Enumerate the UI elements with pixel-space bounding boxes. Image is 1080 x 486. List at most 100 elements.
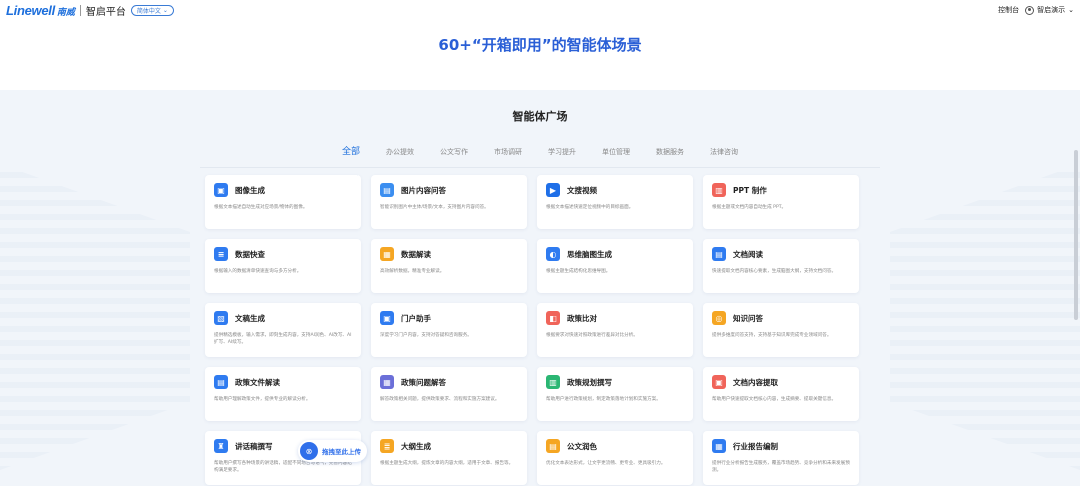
- agent-card[interactable]: ▤ 图片内容问答智能识别图片中主体/场景/文本，支持图片内容问答。: [371, 175, 527, 229]
- agent-card-description: 智能识别图片中主体/场景/文本，支持图片内容问答。: [380, 205, 489, 210]
- agent-card-header: ▤ 图片内容问答: [380, 183, 518, 197]
- tab-item[interactable]: 市场调研: [481, 146, 535, 167]
- agent-card-title: 大纲生成: [401, 441, 431, 451]
- background-decoration-right: [890, 164, 1080, 470]
- speech-icon: ♜: [214, 439, 228, 453]
- data-read-icon: ▦: [380, 247, 394, 261]
- policy-qa-icon: ▦: [380, 375, 394, 389]
- tab-item[interactable]: 单位管理: [589, 146, 643, 167]
- agent-card-title: 文档内容提取: [733, 377, 778, 387]
- language-select[interactable]: 简体中文 ⌄: [130, 4, 174, 16]
- agent-card-title: 文搜视频: [567, 185, 597, 195]
- agent-card-description: 解答政策相关问题，提供政策要求、流程和实施方案建议。: [380, 397, 500, 402]
- agent-card[interactable]: ◎ 知识问答提供多维度问答支持，支持基于知识库完成专业领域问答。: [703, 303, 859, 357]
- logo-text-cn: 南威: [56, 6, 75, 17]
- agent-card-header: ▤ 文档阅读: [712, 247, 850, 261]
- agent-card-title: 图片内容问答: [401, 185, 446, 195]
- language-label: 简体中文: [136, 7, 161, 15]
- agent-card[interactable]: ◐ 思维脑图生成 根据主题生成结构化思维导图。: [537, 239, 693, 293]
- agent-card-header: ▦ 数据解读: [380, 247, 518, 261]
- agent-card-header: ▦ 行业报告编制: [712, 439, 850, 453]
- divider: [79, 4, 81, 16]
- outline-icon: ≣: [380, 439, 394, 453]
- agent-card[interactable]: ≡ 数据快查根据输入的数据清单快速查询与多方分析。: [205, 239, 361, 293]
- agent-card-description: 提供多维度问答支持，支持基于知识库完成专业领域问答。: [712, 333, 832, 338]
- agent-card[interactable]: ▣ 门户助手 深度学习门户内容，支持对答疑和咨询服务。: [371, 303, 527, 357]
- agent-card-description: 根据要求对快速对照政策进行差异对比分析。: [546, 333, 638, 338]
- portal-icon: ▣: [380, 311, 394, 325]
- agent-card-description: 根据输入的数据清单快速查询与多方分析。: [214, 269, 302, 274]
- tab-item[interactable]: 法律咨询: [697, 146, 751, 167]
- tab-item[interactable]: 办公提效: [373, 146, 427, 167]
- agent-card-title: 图像生成: [235, 185, 265, 195]
- agent-card-title: 文稿生成: [235, 313, 265, 323]
- agent-card[interactable]: ▤ 公文润色优化文本表达形式，让文字更流畅、更专业、更具吸引力。: [537, 431, 693, 485]
- agent-card-header: ▣ 文档内容提取: [712, 375, 850, 389]
- agent-card-header: ◎ 知识问答: [712, 311, 850, 325]
- policy-plan-icon: ▥: [546, 375, 560, 389]
- agent-card-header: ▣ 图像生成: [214, 183, 352, 197]
- agent-card[interactable]: ▦ 行业报告编制 提供行业分析报告生成服务，覆盖市场趋势、竞争分析和未来发展预测。: [703, 431, 859, 485]
- agent-card-title: 数据解读: [401, 249, 431, 259]
- mindmap-icon: ◐: [546, 247, 560, 261]
- user-icon: [1025, 5, 1035, 15]
- agent-card-description: 提供行业分析报告生成服务，覆盖市场趋势、竞争分析和未来发展预测。: [712, 461, 850, 473]
- upload-button-label: 拖拽至此上传: [322, 448, 361, 456]
- agent-card[interactable]: ▦ 政策问题解答 解答政策相关问题，提供政策要求、流程和实施方案建议。: [371, 367, 527, 421]
- agent-card[interactable]: ▥ 政策规划撰写帮助用户进行政策规划，制定政策落地计划和实施方案。: [537, 367, 693, 421]
- banner-title: 60+“开箱即用”的智能体场景: [438, 36, 642, 54]
- agent-card[interactable]: ▣ 图像生成 根据文本描述自动生成对应场景/物体的图像。: [205, 175, 361, 229]
- agent-card-description: 根据文本描述快速定位视频中的目标画面。: [546, 205, 634, 210]
- agent-card[interactable]: ▥ PPT 制作 根据主题或文档内容自动生成 PPT。: [703, 175, 859, 229]
- platform-name: 智启平台: [85, 6, 126, 18]
- agent-card-title: 公文润色: [567, 441, 597, 451]
- user-menu[interactable]: 智启演示 ⌄: [1025, 5, 1074, 15]
- agent-card-header: ▣ 门户助手: [380, 311, 518, 325]
- agent-card-header: ▧ 文稿生成: [214, 311, 352, 325]
- agent-card-title: 知识问答: [733, 313, 763, 323]
- agent-card[interactable]: ▣ 文档内容提取 帮助用户快速提取文档核心内容，生成摘要、提取关键信息。: [703, 367, 859, 421]
- agent-card-title: 思维脑图生成: [567, 249, 612, 259]
- agent-card-header: ▥ PPT 制作: [712, 183, 850, 197]
- agent-card[interactable]: ≣ 大纲生成 根据主题生成大纲，提炼文章的内容大纲，适用于文章、报告等。: [371, 431, 527, 485]
- agent-card-description: 优化文本表达形式，让文字更流畅、更专业、更具吸引力。: [546, 461, 666, 466]
- tab-item[interactable]: 数据服务: [643, 146, 697, 167]
- agent-card-title: 数据快查: [235, 249, 265, 259]
- extract-icon: ▣: [712, 375, 726, 389]
- page-scrollbar[interactable]: [1074, 150, 1078, 320]
- policy-file-icon: ▤: [214, 375, 228, 389]
- agent-card-header: ▶ 文搜视频: [546, 183, 684, 197]
- agent-card[interactable]: ◧ 政策比对根据要求对快速对照政策进行差异对比分析。: [537, 303, 693, 357]
- tab-item[interactable]: 全部: [329, 146, 373, 177]
- agent-card-description: 帮助用户进行政策规划，制定政策落地计划和实施方案。: [546, 397, 661, 402]
- agent-card-header: ≡ 数据快查: [214, 247, 352, 261]
- logo-text-en: Linewell: [6, 2, 55, 18]
- doc-read-icon: ▤: [712, 247, 726, 261]
- agent-card-header: ◧ 政策比对: [546, 311, 684, 325]
- picture-qa-icon: ▤: [380, 183, 394, 197]
- report-icon: ▦: [712, 439, 726, 453]
- agent-card[interactable]: ▤ 政策文件解读 帮助用户理解政策文件，提供专业的解读分析。: [205, 367, 361, 421]
- knowledge-icon: ◎: [712, 311, 726, 325]
- agent-card-title: 门户助手: [401, 313, 431, 323]
- agent-card[interactable]: ▶ 文搜视频根据文本描述快速定位视频中的目标画面。: [537, 175, 693, 229]
- agent-card-description: 提供精选模板，输入需求，即刻生成内容，支持AI润色、AI改写、AI扩写、AI续写…: [214, 333, 352, 345]
- agent-card-header: ▥ 政策规划撰写: [546, 375, 684, 389]
- agent-card[interactable]: ▤ 文档阅读 快速提取文档内容核心要素，生成脑图大纲，支持文档问答。: [703, 239, 859, 293]
- hero-banner: 60+“开箱即用”的智能体场景: [0, 20, 1080, 90]
- tab-item[interactable]: 学习提升: [535, 146, 589, 167]
- video-icon: ▶: [546, 183, 560, 197]
- agent-card-title: 文档阅读: [733, 249, 763, 259]
- upload-float-button[interactable]: ⊗ 拖拽至此上传: [298, 440, 367, 462]
- chevron-down-icon: ⌄: [162, 6, 168, 14]
- agent-card-header: ▤ 公文润色: [546, 439, 684, 453]
- brand-logo[interactable]: Linewell 南威: [6, 3, 75, 18]
- agent-card[interactable]: ▦ 数据解读 高效解析数据，精准专业解读。: [371, 239, 527, 293]
- agent-card-description: 帮助用户撰写各种场景的讲话稿，适配不同场合与语气，完善内容结构满足要求。: [214, 461, 352, 473]
- agent-card-description: 帮助用户理解政策文件，提供专业的解读分析。: [214, 397, 311, 402]
- plaza-title: 智能体广场: [512, 110, 568, 123]
- category-tabs: 全部 办公提效 公文写作 市场调研 学习提升 单位管理 数据服务 法律咨询: [200, 146, 880, 177]
- tab-item[interactable]: 公文写作: [427, 146, 481, 167]
- agent-card[interactable]: ▧ 文稿生成提供精选模板，输入需求，即刻生成内容，支持AI润色、AI改写、AI扩写…: [205, 303, 361, 357]
- console-link[interactable]: 控制台: [998, 5, 1019, 15]
